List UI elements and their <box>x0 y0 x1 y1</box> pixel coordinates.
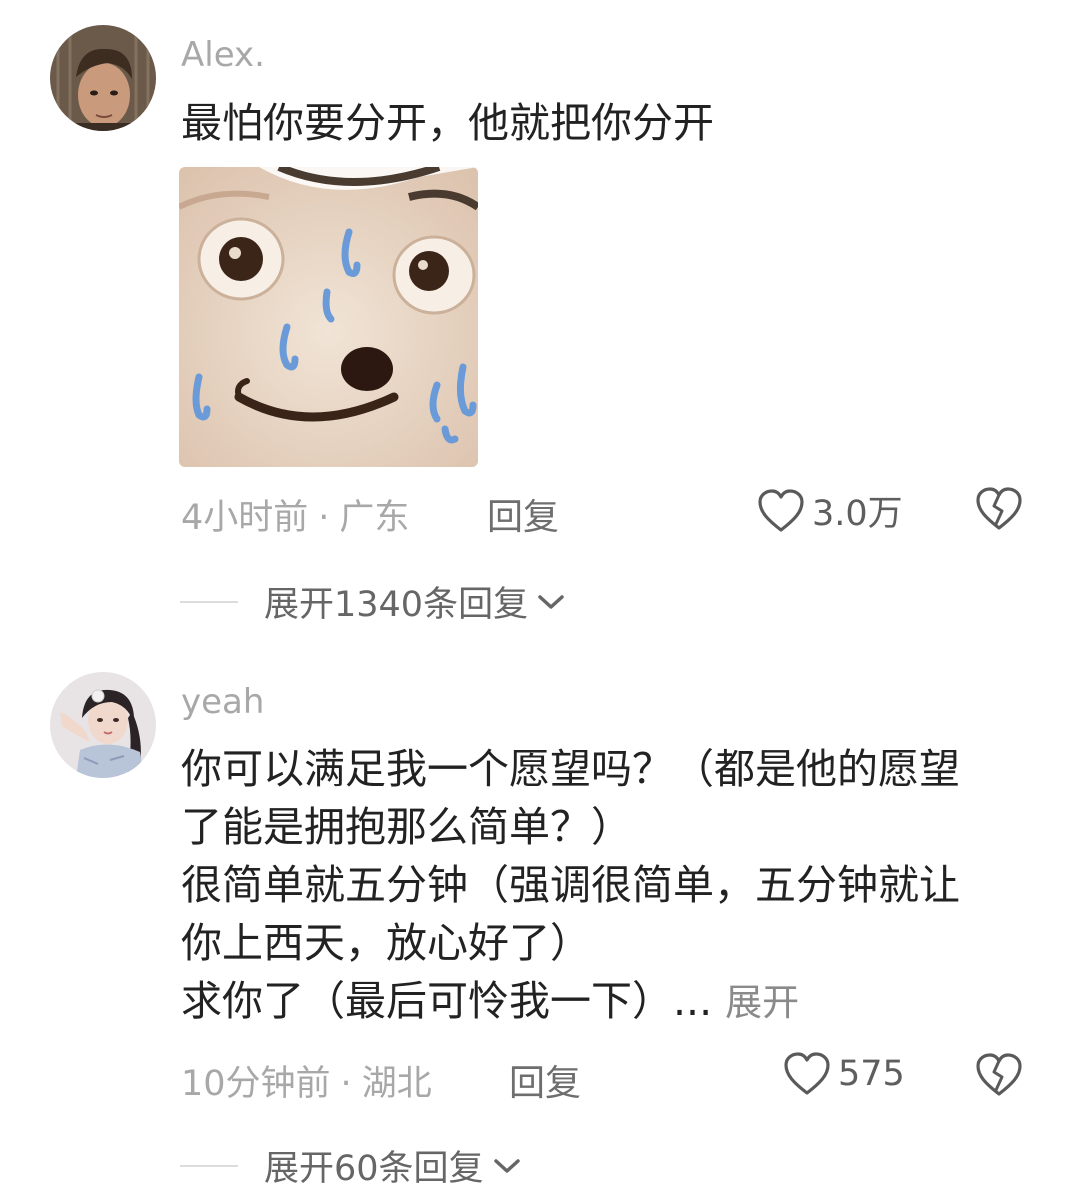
comment-time: 10分钟前 <box>181 1064 331 1104</box>
comment-location: 广东 <box>339 498 410 538</box>
comment-text: 你可以满足我一个愿望吗？（都是他的愿望 了能是拥抱那么简单？） 很简单就五分钟（… <box>181 740 1051 1032</box>
avatar-image <box>50 672 156 778</box>
expand-text-button[interactable]: 展开 <box>725 981 799 1024</box>
sweating-dog-meme-sticker[interactable] <box>179 167 478 467</box>
comment-text-line: 你可以满足我一个愿望吗？（都是他的愿望 <box>181 745 960 793</box>
avatar-image <box>50 25 156 131</box>
meta-separator: · <box>318 498 330 538</box>
like-button[interactable]: 575 <box>782 1051 905 1097</box>
comment-time: 4小时前 <box>181 498 309 538</box>
comment-meta: 10分钟前 · 湖北 <box>181 1055 432 1106</box>
avatar[interactable] <box>50 25 156 131</box>
meta-separator: · <box>340 1064 352 1104</box>
expand-replies-label: 展开60条回复 <box>264 1149 484 1189</box>
chevron-down-icon <box>538 594 564 609</box>
sticker-image <box>179 167 478 467</box>
comment-location: 湖北 <box>361 1064 432 1104</box>
broken-heart-icon <box>976 1053 1022 1096</box>
heart-outline-icon <box>758 488 804 532</box>
username[interactable]: yeah <box>181 682 264 722</box>
expand-replies-button[interactable]: 展开60条回复 <box>180 1140 522 1191</box>
dislike-button[interactable] <box>975 486 1023 534</box>
comment-text-line: 了能是拥抱那么简单？） <box>181 803 632 851</box>
divider <box>180 1164 238 1167</box>
comment-text-line: 最怕你要分开，他就把你分开 <box>181 99 714 147</box>
heart-outline-icon <box>784 1052 830 1095</box>
like-count: 3.0万 <box>812 494 903 534</box>
divider <box>180 600 238 603</box>
comment-text-line: 求你了（最后可怜我一下）... <box>181 977 713 1025</box>
expand-replies-label: 展开1340条回复 <box>264 585 529 625</box>
like-count: 575 <box>838 1054 905 1094</box>
like-button[interactable]: 3.0万 <box>756 485 903 536</box>
expand-replies-button[interactable]: 展开1340条回复 <box>180 576 566 627</box>
dislike-button[interactable] <box>975 1052 1023 1100</box>
broken-heart-icon <box>976 487 1022 530</box>
comment-text-line: 你上西天，放心好了） <box>181 919 591 967</box>
comment-text: 最怕你要分开，他就把你分开 <box>181 94 1051 152</box>
username[interactable]: Alex. <box>181 35 265 75</box>
comment-text-line-last: 求你了（最后可怜我一下）... 展开 <box>181 972 1051 1032</box>
avatar[interactable] <box>50 672 156 778</box>
reply-button[interactable]: 回复 <box>509 1054 581 1106</box>
chevron-down-icon <box>493 1158 520 1173</box>
comment-meta: 4小时前 · 广东 <box>181 489 409 540</box>
comment-text-line: 很简单就五分钟（强调很简单，五分钟就让 <box>181 861 960 909</box>
reply-button[interactable]: 回复 <box>487 488 559 540</box>
